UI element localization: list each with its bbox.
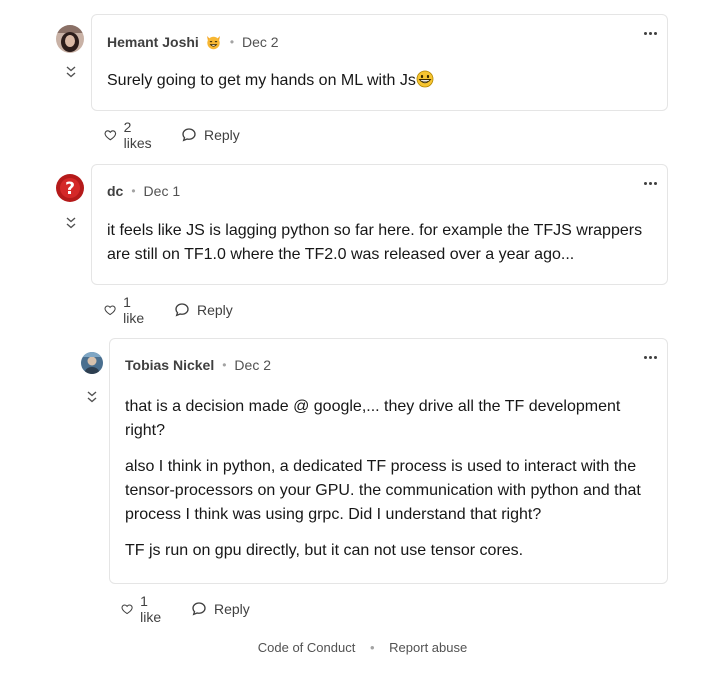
comment-text: it feels like JS is lagging python so fa… [107,222,643,263]
like-button[interactable]: 1 like [121,593,165,625]
footer-separator: • [369,640,375,655]
collapse-thread-icon[interactable] [65,216,77,229]
heart-icon [121,604,133,615]
comment-date[interactable]: Dec 1 [144,183,181,199]
comment-paragraph: TF js run on gpu directly, but it can no… [125,542,524,559]
more-options-icon[interactable] [641,27,663,41]
comment-author[interactable]: dc [107,183,123,199]
likes-count: 1 like [123,294,145,326]
comment-paragraph: also I think in python, a dedicated TF p… [125,458,641,523]
comment-date[interactable]: Dec 2 [234,357,271,373]
svg-text:?: ? [65,179,75,199]
collapse-thread-icon[interactable] [86,390,98,403]
avatar[interactable]: ? [56,174,84,202]
comments-footer: Code of Conduct • Report abuse [0,640,725,655]
report-abuse-link[interactable]: Report abuse [389,640,467,655]
avatar[interactable] [81,352,103,374]
heart-icon [104,305,116,316]
comment-author[interactable]: Tobias Nickel [125,357,214,373]
comment-card: Tobias Nickel • Dec 2 that is a decision… [109,338,668,584]
comment-bubble-icon [192,602,206,616]
comment-paragraph: that is a decision made @ google,... the… [125,398,621,439]
comment-card: Hemant Joshi • Dec 2 Surely going to get… [91,14,668,111]
comment-body: it feels like JS is lagging python so fa… [107,219,652,267]
reply-label: Reply [197,302,233,318]
comment-bubble-icon [175,303,189,317]
meta-separator: • [131,184,136,198]
reply-label: Reply [204,127,240,143]
meta-separator: • [222,358,227,372]
more-options-icon[interactable] [641,351,663,365]
like-button[interactable]: 2 likes [104,119,155,151]
comment-text: Surely going to get my hands on ML with … [107,72,416,89]
comment-bubble-icon [182,128,196,142]
reply-label: Reply [214,601,250,617]
comment-date[interactable]: Dec 2 [242,34,279,50]
comment-author[interactable]: Hemant Joshi [107,34,199,50]
meta-separator: • [229,34,235,49]
likes-count: 1 like [140,593,162,625]
reply-button[interactable]: Reply [174,302,233,318]
heart-icon [104,130,117,141]
reply-button[interactable]: Reply [191,601,250,617]
comment-body: that is a decision made @ google,... the… [125,395,655,575]
cat-face-icon [205,33,222,50]
like-button[interactable]: 1 like [104,294,148,326]
more-options-icon[interactable] [641,177,663,191]
grinning-face-icon [416,70,434,96]
avatar[interactable] [56,25,84,53]
likes-count: 2 likes [123,119,152,151]
reply-button[interactable]: Reply [181,127,240,143]
collapse-thread-icon[interactable] [65,65,77,78]
code-of-conduct-link[interactable]: Code of Conduct [258,640,356,655]
comment-body: Surely going to get my hands on ML with … [107,69,434,96]
comment-card: dc • Dec 1 it feels like JS is lagging p… [91,164,668,285]
